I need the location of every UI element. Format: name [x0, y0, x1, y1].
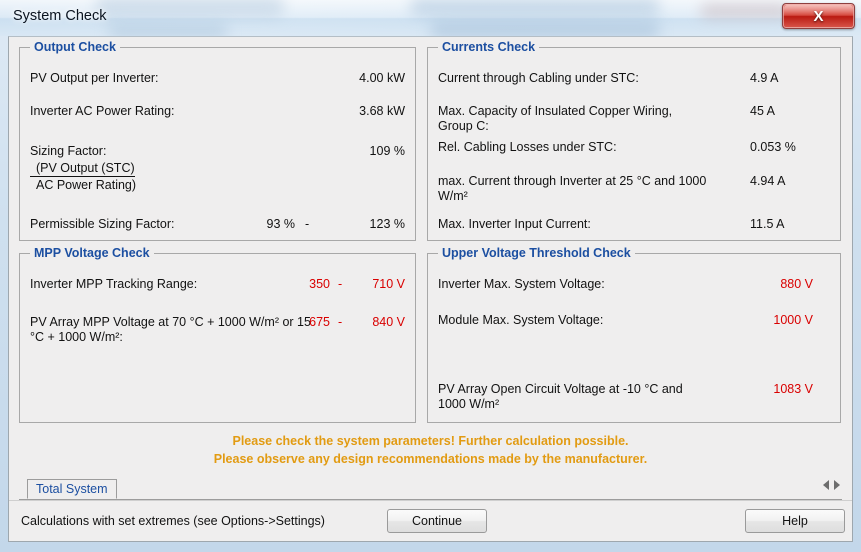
value-pv-array-open-circuit-voltage: 1083 V	[773, 382, 813, 396]
value-max-inverter-input-current: 11.5 A	[750, 217, 785, 231]
group-upper-voltage-threshold-check: Upper Voltage Threshold Check Inverter M…	[427, 246, 841, 423]
value-pv-output-per-inverter: 4.00 kW	[359, 71, 405, 85]
warning-line-1: Please check the system parameters! Furt…	[232, 434, 629, 448]
value-max-current-through-inverter: 4.94 A	[750, 174, 786, 188]
tab-total-system[interactable]: Total System	[27, 479, 117, 499]
chevron-left-icon[interactable]	[823, 480, 829, 490]
value-inverter-mpp-tracking-range-max: 710 V	[372, 277, 405, 291]
value-current-through-cabling-stc: 4.9 A	[750, 71, 779, 85]
label-pv-output-per-inverter: PV Output per Inverter:	[30, 71, 159, 85]
label-inverter-ac-power-rating: Inverter AC Power Rating:	[30, 104, 175, 118]
value-max-capacity-insulated-copper-wiring: 45 A	[750, 104, 776, 118]
label-rel-cabling-losses-stc: Rel. Cabling Losses under STC:	[438, 140, 617, 154]
dialog-footer: Calculations with set extremes (see Opti…	[9, 500, 852, 541]
label-inverter-mpp-tracking-range: Inverter MPP Tracking Range:	[30, 277, 198, 291]
help-button[interactable]: Help	[745, 509, 845, 533]
close-icon: X	[813, 7, 824, 25]
separator-pv-array-mpp-voltage: -	[338, 315, 343, 329]
value-sizing-factor: 109 %	[369, 144, 405, 158]
sizing-factor-formula-numerator: (PV Output (STC)	[30, 160, 135, 177]
value-rel-cabling-losses-stc: 0.053 %	[750, 140, 796, 154]
group-output-check-legend: Output Check	[30, 40, 120, 54]
label-current-through-cabling-stc: Current through Cabling under STC:	[438, 71, 639, 85]
footer-note: Calculations with set extremes (see Opti…	[21, 514, 325, 528]
warning-message: Please check the system parameters! Furt…	[9, 432, 852, 468]
dialog-client-area: Output Check PV Output per Inverter: 4.0…	[8, 36, 853, 542]
label-inverter-max-system-voltage: Inverter Max. System Voltage:	[438, 277, 605, 291]
value-pv-array-mpp-voltage-min: 675	[309, 315, 330, 329]
value-inverter-mpp-tracking-range-min: 350	[309, 277, 330, 291]
group-currents-check: Currents Check Current through Cabling u…	[427, 40, 841, 241]
value-module-max-system-voltage: 1000 V	[773, 313, 813, 327]
tab-scroll-buttons	[823, 480, 840, 490]
value-pv-array-mpp-voltage-max: 840 V	[372, 315, 405, 329]
value-permissible-sizing-factor-max: 123 %	[369, 217, 405, 231]
label-module-max-system-voltage: Module Max. System Voltage:	[438, 313, 604, 327]
value-inverter-ac-power-rating: 3.68 kW	[359, 104, 405, 118]
continue-button[interactable]: Continue	[387, 509, 487, 533]
tab-strip: Total System	[19, 477, 842, 500]
label-max-current-through-inverter: max. Current through Inverter at 25 °C a…	[438, 174, 707, 203]
value-permissible-sizing-factor-min: 93 %	[266, 217, 296, 231]
title-bar-glass	[0, 0, 861, 36]
label-permissible-sizing-factor: Permissible Sizing Factor:	[30, 217, 175, 231]
warning-line-2: Please observe any design recommendation…	[213, 452, 648, 466]
window-title: System Check	[13, 8, 107, 24]
separator-permissible-sizing-factor: -	[305, 217, 310, 231]
group-mpp-voltage-check-legend: MPP Voltage Check	[30, 246, 154, 260]
group-mpp-voltage-check: MPP Voltage Check Inverter MPP Tracking …	[19, 246, 416, 423]
value-inverter-max-system-voltage: 880 V	[780, 277, 813, 291]
label-max-inverter-input-current: Max. Inverter Input Current:	[438, 217, 591, 231]
group-upper-voltage-threshold-check-legend: Upper Voltage Threshold Check	[438, 246, 635, 260]
group-output-check: Output Check PV Output per Inverter: 4.0…	[19, 40, 416, 241]
separator-inverter-mpp-tracking-range: -	[338, 277, 343, 291]
title-bar[interactable]: System Check X	[0, 0, 861, 36]
group-currents-check-legend: Currents Check	[438, 40, 540, 54]
label-sizing-factor: Sizing Factor:	[30, 144, 107, 158]
sizing-factor-formula: (PV Output (STC) AC Power Rating)	[30, 160, 136, 193]
label-pv-array-open-circuit-voltage: PV Array Open Circuit Voltage at -10 °C …	[438, 382, 683, 411]
label-max-capacity-insulated-copper-wiring: Max. Capacity of Insulated Copper Wiring…	[438, 104, 673, 133]
sizing-factor-formula-denominator: AC Power Rating)	[36, 178, 137, 192]
system-check-window: System Check X Output Check PV Output pe…	[0, 0, 861, 552]
close-button[interactable]: X	[782, 3, 855, 29]
chevron-right-icon[interactable]	[834, 480, 840, 490]
